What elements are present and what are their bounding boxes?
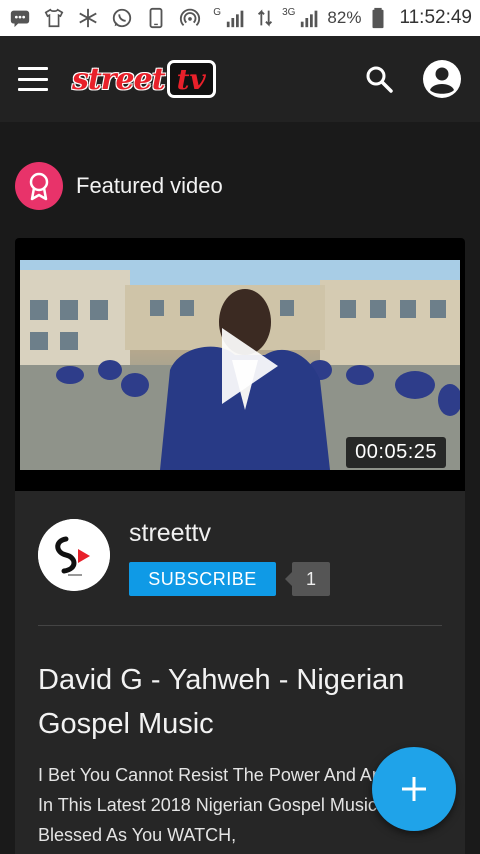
- video-player[interactable]: 00:05:25: [15, 238, 465, 491]
- logo-street-text: street: [72, 61, 166, 97]
- status-bar: G 3G 82% 11:52:49: [0, 0, 480, 36]
- phone-icon: [144, 6, 168, 30]
- ribbon-icon: [15, 162, 63, 210]
- video-thumbnail[interactable]: 00:05:25: [20, 260, 460, 470]
- data-arrows-icon: [253, 6, 277, 30]
- channel-avatar[interactable]: [38, 519, 110, 591]
- channel-section: streettv SUBSCRIBE 1: [15, 491, 465, 627]
- divider: [38, 625, 442, 626]
- search-icon[interactable]: [364, 64, 394, 94]
- video-duration: 00:05:25: [346, 437, 446, 468]
- featured-video-label: Featured video: [76, 173, 223, 198]
- play-icon[interactable]: [220, 326, 280, 406]
- tshirt-icon: [42, 6, 66, 30]
- whatsapp-icon: [110, 6, 134, 30]
- street-tv-logo[interactable]: street tv: [72, 54, 216, 104]
- video-title[interactable]: David G - Yahweh - Nigerian Gospel Music: [38, 658, 448, 746]
- subscriber-count: 1: [292, 562, 330, 596]
- add-button[interactable]: [372, 747, 456, 831]
- logo-tv-text: tv: [166, 60, 216, 98]
- network-3g-label: 3G: [282, 6, 296, 18]
- snowflake-icon: [76, 6, 100, 30]
- plus-icon: [402, 777, 426, 801]
- signal-icon: [298, 6, 322, 30]
- menu-icon[interactable]: [18, 67, 48, 91]
- battery-percent: 82%: [327, 8, 362, 27]
- message-icon: [8, 6, 32, 30]
- channel-name[interactable]: streettv: [129, 519, 211, 548]
- clock: 11:52:49: [399, 7, 472, 28]
- signal-icon: [224, 6, 248, 30]
- app-bar: street tv: [0, 36, 480, 122]
- account-icon[interactable]: [422, 59, 462, 99]
- featured-header: Featured video: [15, 162, 223, 210]
- network-type-label: G: [213, 6, 222, 18]
- hotspot-icon: [178, 6, 202, 30]
- subscribe-button[interactable]: SUBSCRIBE: [129, 562, 276, 596]
- battery-icon: [366, 6, 390, 30]
- subscriber-count-badge: 1: [285, 562, 330, 596]
